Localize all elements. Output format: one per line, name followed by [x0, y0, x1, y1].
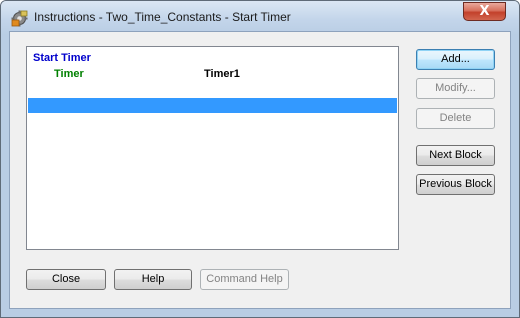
selected-list-row[interactable] [28, 98, 397, 113]
param-value-timer: Timer1 [204, 68, 240, 80]
previous-block-button[interactable]: Previous Block [416, 174, 495, 195]
modify-button[interactable]: Modify... [416, 78, 495, 99]
close-window-button[interactable]: X [463, 2, 506, 21]
delete-button[interactable]: Delete [416, 108, 495, 129]
close-button[interactable]: Close [26, 269, 106, 290]
instructions-dialog: Instructions - Two_Time_Constants - Star… [0, 0, 520, 318]
help-button[interactable]: Help [114, 269, 192, 290]
param-name-timer: Timer [54, 68, 84, 80]
close-icon: X [479, 4, 490, 19]
next-block-button[interactable]: Next Block [416, 145, 495, 166]
instruction-list[interactable]: Start Timer Timer Timer1 [26, 46, 399, 250]
gear-app-icon [11, 10, 28, 27]
instruction-header: Start Timer [33, 52, 91, 64]
title-bar[interactable]: Instructions - Two_Time_Constants - Star… [1, 1, 519, 35]
dialog-body: Start Timer Timer Timer1 Add... Modify..… [9, 31, 511, 309]
command-help-button[interactable]: Command Help [200, 269, 289, 290]
add-button[interactable]: Add... [416, 49, 495, 70]
window-title: Instructions - Two_Time_Constants - Star… [34, 10, 291, 24]
